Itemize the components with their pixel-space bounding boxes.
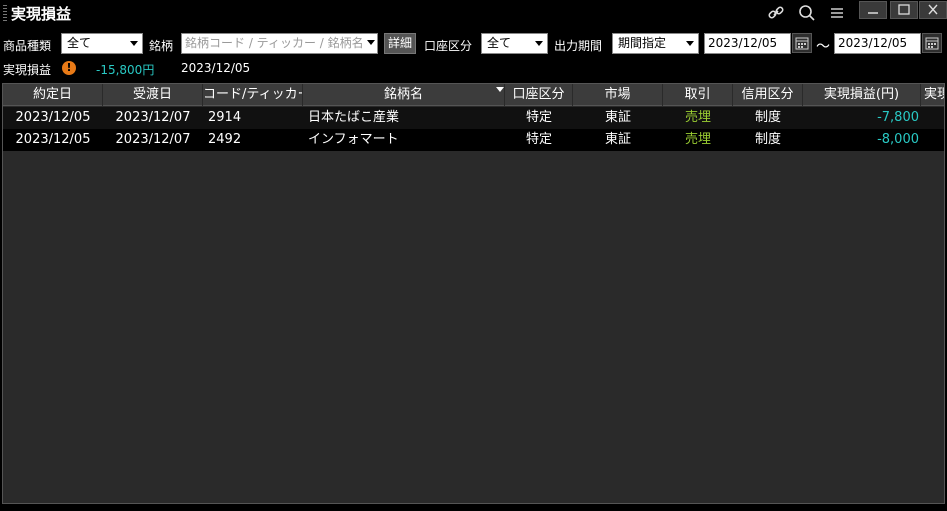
period-label: 出力期間	[554, 39, 603, 53]
col-header-margin[interactable]: 信用区分	[733, 84, 803, 106]
menu-icon[interactable]	[826, 2, 848, 24]
product-type-value: 全て	[67, 36, 92, 50]
sort-down-icon	[496, 87, 504, 92]
period-select[interactable]: 期間指定	[612, 33, 699, 54]
close-button[interactable]	[919, 1, 947, 19]
cell-name: インフォマート	[308, 132, 399, 147]
cell-trade-date: 2023/12/05	[15, 132, 91, 147]
window-title: 実現損益	[11, 5, 72, 23]
product-type-select[interactable]: 全て	[61, 33, 143, 54]
pnl-table: 約定日 受渡日 コード/ティッカー 銘柄名 口座区分 市場 取引 信用区分 実現…	[2, 83, 945, 504]
col-header-pnl[interactable]: 実現損益(円)	[803, 84, 921, 106]
cell-trade: 売埋	[684, 110, 711, 125]
chevron-down-icon	[535, 41, 543, 46]
warning-icon[interactable]: !	[62, 61, 76, 75]
chevron-down-icon	[130, 41, 138, 46]
col-header-pnl-cut[interactable]: 実現	[921, 84, 944, 106]
col-header-account[interactable]: 口座区分	[505, 84, 573, 106]
cell-market: 東証	[604, 132, 631, 147]
date-from-input[interactable]: 2023/12/05	[704, 33, 791, 54]
cell-settle-date: 2023/12/07	[115, 110, 191, 125]
date-to-input[interactable]: 2023/12/05	[834, 33, 921, 54]
cell-trade-date: 2023/12/05	[15, 110, 91, 125]
chevron-down-icon	[686, 41, 694, 46]
col-header-name[interactable]: 銘柄名	[303, 84, 505, 106]
cell-pnl: -8,000	[877, 132, 919, 147]
col-header-market[interactable]: 市場	[573, 84, 663, 106]
cell-account: 特定	[525, 132, 552, 147]
col-header-trade[interactable]: 取引	[663, 84, 733, 106]
detail-button[interactable]: 詳細	[384, 33, 416, 54]
account-label: 口座区分	[424, 39, 473, 53]
summary-label: 実現損益	[3, 63, 52, 77]
account-select[interactable]: 全て	[481, 33, 548, 54]
calendar-icon[interactable]	[792, 33, 812, 53]
minimize-button[interactable]	[859, 1, 887, 19]
cell-market: 東証	[604, 110, 631, 125]
col-header-code[interactable]: コード/ティッカー	[203, 84, 303, 106]
cell-code: 2492	[208, 132, 242, 147]
product-type-label: 商品種類	[3, 39, 52, 53]
cell-name: 日本たばこ産業	[308, 110, 400, 125]
account-value: 全て	[487, 36, 512, 50]
calendar-icon[interactable]	[922, 33, 942, 53]
title-bar: 実現損益	[0, 0, 947, 27]
symbol-input[interactable]: 銘柄コード / ティッカー / 銘柄名	[181, 33, 378, 54]
symbol-placeholder: 銘柄コード / ティッカー / 銘柄名	[185, 36, 364, 50]
cell-settle-date: 2023/12/07	[115, 132, 191, 147]
cell-trade: 売埋	[684, 132, 711, 147]
drag-grip[interactable]	[3, 5, 7, 21]
cell-margin: 制度	[754, 110, 781, 125]
maximize-button[interactable]	[890, 1, 918, 19]
col-header-settle-date[interactable]: 受渡日	[103, 84, 203, 106]
cell-account: 特定	[525, 110, 552, 125]
col-header-name-label: 銘柄名	[383, 87, 423, 102]
link-icon[interactable]	[765, 2, 787, 24]
symbol-label: 銘柄	[149, 39, 174, 53]
cell-margin: 制度	[754, 132, 781, 147]
table-row[interactable]: 2023/12/05 2023/12/07 2492 インフォマート 特定 東証…	[3, 129, 944, 151]
table-header: 約定日 受渡日 コード/ティッカー 銘柄名 口座区分 市場 取引 信用区分 実現…	[3, 84, 944, 106]
summary-date: 2023/12/05	[181, 61, 251, 75]
chevron-down-icon	[367, 40, 375, 45]
col-header-trade-date[interactable]: 約定日	[3, 84, 103, 106]
cell-pnl: -7,800	[877, 110, 919, 125]
symbol-dropdown-toggle[interactable]	[365, 33, 377, 54]
table-row[interactable]: 2023/12/05 2023/12/07 2914 日本たばこ産業 特定 東証…	[3, 107, 944, 129]
range-separator: ～	[816, 39, 830, 55]
cell-code: 2914	[208, 110, 242, 125]
period-value: 期間指定	[618, 36, 667, 50]
search-icon[interactable]	[796, 2, 818, 24]
summary-amount: -15,800円	[96, 63, 155, 77]
